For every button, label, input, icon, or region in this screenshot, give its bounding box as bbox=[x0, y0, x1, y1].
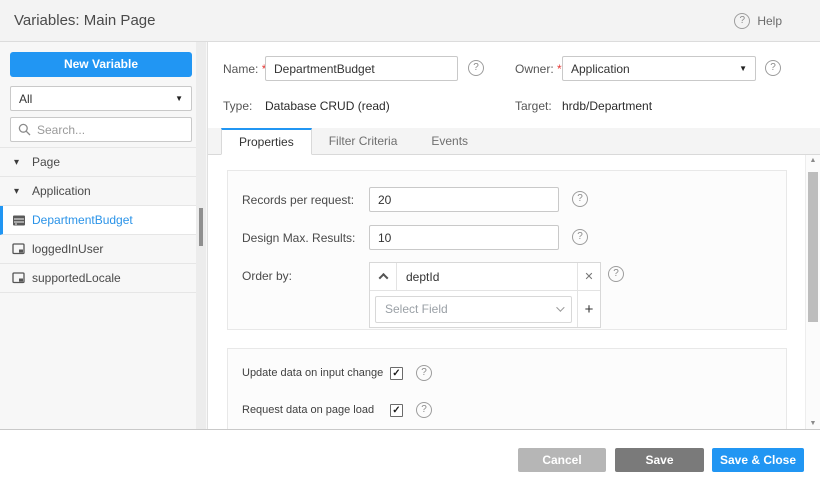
variables-dialog: Variables: Main Page ? Help New Variable… bbox=[0, 0, 820, 488]
save-button[interactable]: Save bbox=[615, 448, 704, 472]
select-field-placeholder: Select Field bbox=[385, 302, 448, 316]
expand-arrow-icon[interactable]: ▾ bbox=[14, 186, 32, 197]
target-label: Target: bbox=[515, 99, 552, 113]
tree-item-loggedinuser[interactable]: loggedInUser bbox=[0, 235, 196, 264]
target-value: hrdb/Department bbox=[562, 99, 653, 113]
owner-label: Owner: * bbox=[515, 62, 562, 76]
variables-tree: ▾ Page ▾ Application DepartmentBudget lo… bbox=[0, 147, 196, 293]
help-label[interactable]: Help bbox=[757, 14, 782, 28]
cancel-button[interactable]: Cancel bbox=[518, 448, 606, 472]
save-and-close-button[interactable]: Save & Close bbox=[712, 448, 804, 472]
request-on-load-help-icon[interactable]: ? bbox=[416, 402, 432, 418]
tree-item-label: loggedInUser bbox=[32, 242, 104, 256]
dialog-footer: Cancel Save Save & Close bbox=[0, 429, 820, 488]
update-on-input-checkbox[interactable]: ✓ bbox=[390, 366, 403, 380]
tree-group-label: Page bbox=[32, 155, 61, 169]
tree-item-label: DepartmentBudget bbox=[32, 213, 133, 227]
variable-detail-panel: Name: * ? Owner: * Application ▼ ? Type:… bbox=[208, 42, 820, 429]
select-field-dropdown[interactable]: Select Field bbox=[375, 295, 572, 323]
static-variable-icon bbox=[12, 243, 32, 255]
content-scrollbar[interactable]: ▲ ▼ bbox=[805, 155, 820, 429]
expand-arrow-icon[interactable]: ▾ bbox=[14, 157, 32, 168]
update-on-input-help-icon[interactable]: ? bbox=[416, 365, 432, 381]
order-by-editor: deptId ✕ Select Field + bbox=[369, 262, 601, 328]
variable-filter-select[interactable]: All ▼ bbox=[10, 86, 192, 111]
crud-variable-icon bbox=[12, 214, 32, 227]
tab-events[interactable]: Events bbox=[414, 128, 485, 154]
static-variable-icon bbox=[12, 272, 32, 284]
tree-item-supportedlocale[interactable]: supportedLocale bbox=[0, 264, 196, 293]
select-field-wrap: Select Field bbox=[370, 291, 577, 327]
required-marker: * bbox=[557, 62, 562, 76]
chevron-down-icon bbox=[556, 303, 565, 312]
design-help-icon[interactable]: ? bbox=[572, 229, 588, 245]
name-input[interactable] bbox=[265, 56, 458, 81]
caret-down-icon: ▼ bbox=[175, 94, 183, 103]
update-on-input-label: Update data on input change bbox=[242, 367, 384, 379]
records-per-request-label: Records per request: bbox=[242, 193, 355, 207]
request-on-load-label: Request data on page load bbox=[242, 404, 375, 416]
tab-properties[interactable]: Properties bbox=[221, 128, 312, 155]
records-per-request-input[interactable] bbox=[369, 187, 559, 212]
help-icon[interactable]: ? bbox=[734, 13, 751, 29]
tree-group-label: Application bbox=[32, 184, 91, 198]
name-help-icon[interactable]: ? bbox=[468, 60, 484, 76]
page-title: Variables: Main Page bbox=[14, 12, 156, 29]
add-field-row: Select Field + bbox=[370, 291, 600, 327]
caret-down-icon: ▼ bbox=[739, 64, 747, 73]
order-by-label: Order by: bbox=[242, 269, 293, 283]
tree-item-label: supportedLocale bbox=[32, 271, 121, 285]
order-by-row: deptId ✕ bbox=[370, 263, 600, 291]
owner-select-value: Application bbox=[571, 61, 630, 76]
sidebar-scrollbar-thumb[interactable] bbox=[199, 208, 203, 246]
design-max-results-input[interactable] bbox=[369, 225, 559, 250]
sidebar-scrollbar[interactable] bbox=[196, 42, 206, 429]
design-max-results-label: Design Max. Results: bbox=[242, 231, 356, 245]
title-bar: Variables: Main Page ? Help bbox=[0, 0, 820, 42]
scroll-up-icon[interactable]: ▲ bbox=[806, 157, 820, 164]
orderby-help-icon[interactable]: ? bbox=[608, 266, 624, 282]
search-input[interactable] bbox=[37, 122, 184, 137]
update-on-input-row: Update data on input change ✓ ? bbox=[242, 365, 432, 381]
properties-tab-content: Records per request: ? Design Max. Resul… bbox=[208, 155, 820, 429]
tree-group-page[interactable]: ▾ Page bbox=[0, 148, 196, 177]
query-settings-panel: Records per request: ? Design Max. Resul… bbox=[227, 170, 787, 330]
name-label: Name: * bbox=[223, 62, 266, 76]
tab-filter-criteria[interactable]: Filter Criteria bbox=[312, 128, 415, 154]
scroll-down-icon[interactable]: ▼ bbox=[806, 420, 820, 427]
owner-help-icon[interactable]: ? bbox=[765, 60, 781, 76]
tree-item-departmentbudget[interactable]: DepartmentBudget bbox=[0, 206, 196, 235]
type-label: Type: bbox=[223, 99, 253, 113]
tree-group-application[interactable]: ▾ Application bbox=[0, 177, 196, 206]
behavior-settings-panel: Update data on input change ✓ ? Request … bbox=[227, 348, 787, 429]
chevron-up-icon bbox=[378, 272, 388, 283]
add-field-button[interactable]: + bbox=[577, 291, 600, 327]
collapse-button[interactable] bbox=[370, 263, 397, 290]
request-on-load-checkbox[interactable]: ✓ bbox=[390, 403, 403, 417]
records-help-icon[interactable]: ? bbox=[572, 191, 588, 207]
order-by-field-value[interactable]: deptId bbox=[397, 263, 577, 290]
detail-tabs: Properties Filter Criteria Events bbox=[208, 128, 820, 155]
variables-sidebar: New Variable All ▼ ▾ Page ▾ Application bbox=[0, 42, 208, 429]
help-button[interactable]: ? Help bbox=[734, 13, 782, 29]
search-icon bbox=[18, 123, 31, 136]
variable-filter-value: All bbox=[19, 91, 33, 106]
content-scrollbar-thumb[interactable] bbox=[808, 172, 818, 322]
request-on-load-row: Request data on page load ✓ ? bbox=[242, 402, 432, 418]
type-value: Database CRUD (read) bbox=[265, 99, 390, 113]
remove-field-button[interactable]: ✕ bbox=[577, 263, 600, 290]
new-variable-button[interactable]: New Variable bbox=[10, 52, 192, 77]
owner-select[interactable]: Application ▼ bbox=[562, 56, 756, 81]
search-box[interactable] bbox=[10, 117, 192, 142]
